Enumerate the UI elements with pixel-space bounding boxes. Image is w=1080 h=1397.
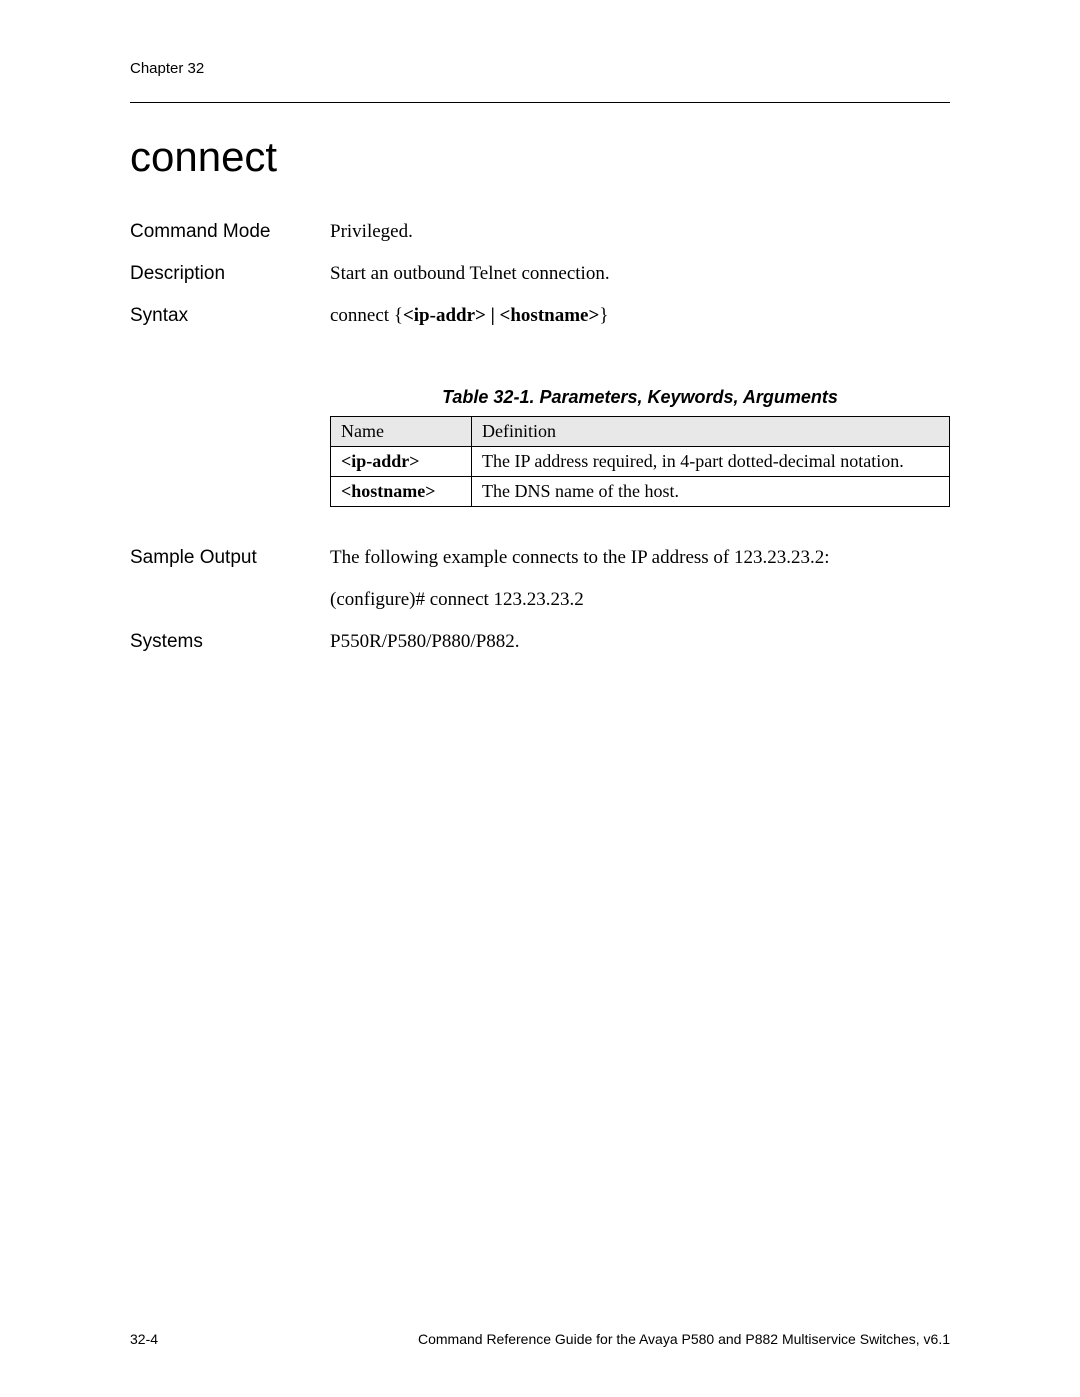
params-table: Name Definition <ip-addr> The IP address… xyxy=(330,416,950,507)
table-header-row: Name Definition xyxy=(331,417,950,447)
running-header: Chapter 32 xyxy=(130,60,950,77)
footer-doc-title: Command Reference Guide for the Avaya P5… xyxy=(418,1331,950,1347)
page: Chapter 32 connect Command Mode Privileg… xyxy=(0,0,1080,1397)
table-caption: Table 32-1. Parameters, Keywords, Argume… xyxy=(330,387,950,408)
row-sample-output: Sample Output The following example conn… xyxy=(130,547,950,611)
row-command-mode: Command Mode Privileged. xyxy=(130,221,950,243)
value-syntax: connect {<ip-addr> | <hostname>} xyxy=(330,305,950,327)
label-description: Description xyxy=(130,263,330,285)
footer-page-number: 32-4 xyxy=(130,1331,158,1347)
row-systems: Systems P550R/P580/P880/P882. xyxy=(130,631,950,653)
table-row: <ip-addr> The IP address required, in 4-… xyxy=(331,447,950,477)
label-syntax: Syntax xyxy=(130,305,330,327)
value-sample-output: The following example connects to the IP… xyxy=(330,547,950,611)
cell-def-0: The IP address required, in 4-part dotte… xyxy=(472,447,950,477)
sample-line-2: (configure)# connect 123.23.23.2 xyxy=(330,589,950,611)
value-command-mode: Privileged. xyxy=(330,221,950,243)
th-name: Name xyxy=(331,417,472,447)
page-title: connect xyxy=(130,133,950,181)
syntax-args: <ip-addr> | <hostname> xyxy=(403,305,599,326)
chapter-label: Chapter 32 xyxy=(130,60,204,77)
label-command-mode: Command Mode xyxy=(130,221,330,243)
cell-def-1: The DNS name of the host. xyxy=(472,477,950,507)
row-description: Description Start an outbound Telnet con… xyxy=(130,263,950,285)
footer: 32-4 Command Reference Guide for the Ava… xyxy=(130,1331,950,1347)
cell-name-0: <ip-addr> xyxy=(331,447,472,477)
table-row: <hostname> The DNS name of the host. xyxy=(331,477,950,507)
label-sample-output: Sample Output xyxy=(130,547,330,611)
value-description: Start an outbound Telnet connection. xyxy=(330,263,950,285)
cell-name-1: <hostname> xyxy=(331,477,472,507)
row-syntax: Syntax connect {<ip-addr> | <hostname>} xyxy=(130,305,950,327)
syntax-suffix: } xyxy=(599,305,608,326)
value-systems: P550R/P580/P880/P882. xyxy=(330,631,950,653)
sample-line-1: The following example connects to the IP… xyxy=(330,547,950,569)
syntax-prefix: connect { xyxy=(330,305,403,326)
th-definition: Definition xyxy=(472,417,950,447)
label-systems: Systems xyxy=(130,631,330,653)
header-rule xyxy=(130,102,950,103)
